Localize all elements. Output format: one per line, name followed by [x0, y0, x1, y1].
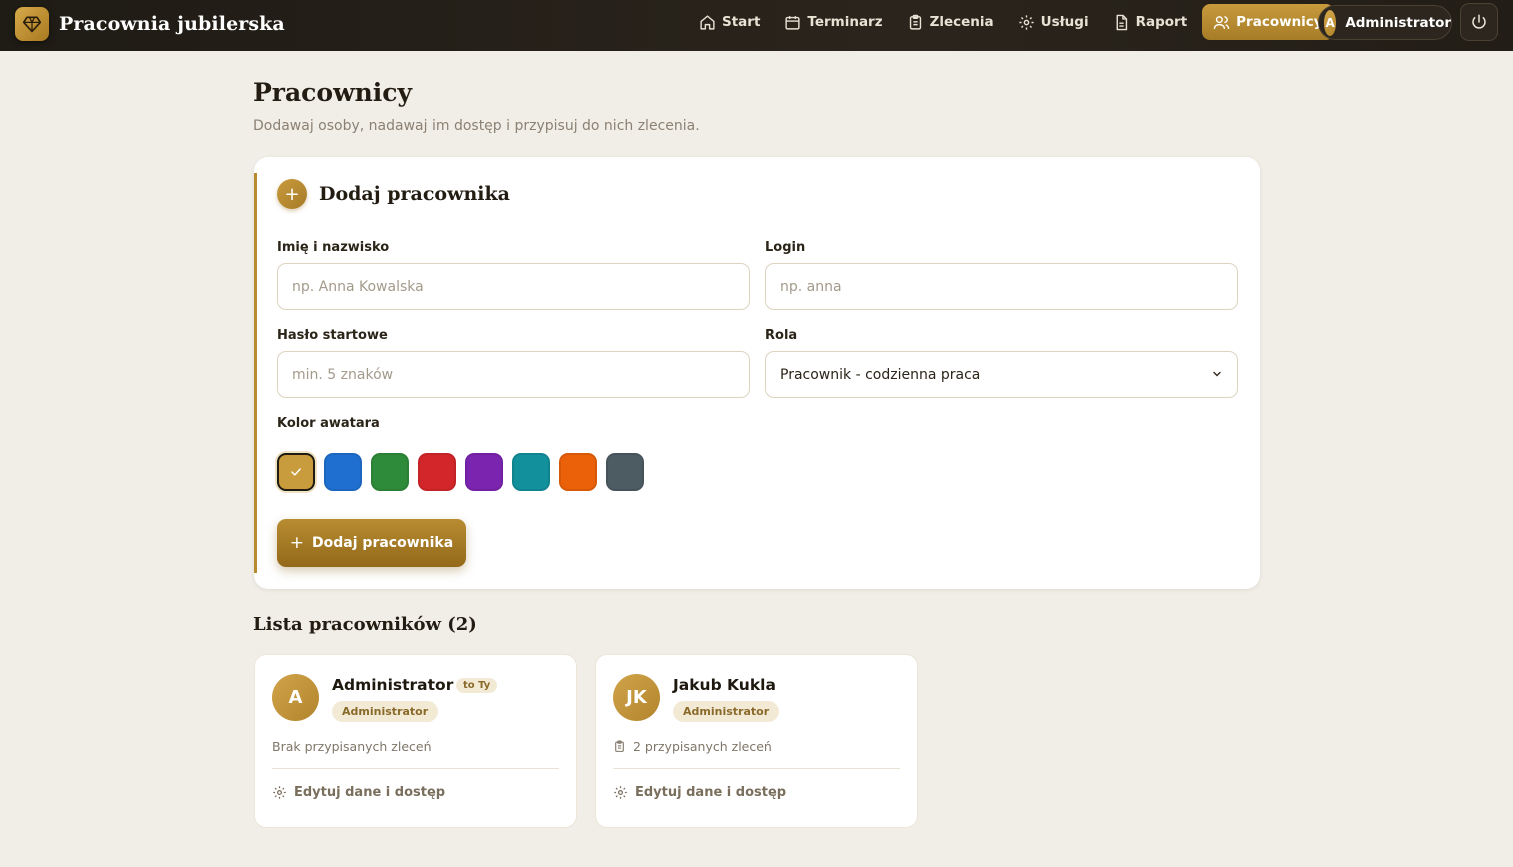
employee-card: A Administrator to Ty Administrator Brak…	[254, 654, 577, 828]
color-label: Kolor awatara	[277, 416, 380, 431]
nav-label: Start	[722, 14, 761, 30]
page-title: Pracownicy	[253, 78, 413, 107]
color-swatch[interactable]	[559, 453, 597, 491]
nav-label: Terminarz	[807, 14, 883, 30]
nav-raport[interactable]: Raport	[1102, 4, 1199, 40]
login-label: Login	[765, 240, 806, 255]
clipboard-icon	[615, 740, 624, 752]
assignment-text: Brak przypisanych zleceń	[272, 739, 432, 754]
card-title: Dodaj pracownika	[319, 183, 510, 205]
user-menu[interactable]: A Administrator	[1318, 5, 1452, 40]
password-label: Hasło startowe	[277, 328, 388, 343]
app-title: Pracownia jubilerska	[59, 13, 285, 35]
employee-name: Administrator	[332, 676, 454, 694]
list-title: Lista pracowników (2)	[253, 614, 477, 635]
role-badge: Administrator	[332, 701, 439, 722]
nav-label: Raport	[1135, 14, 1188, 30]
edit-employee-button[interactable]: Edytuj dane i dostęp	[272, 785, 445, 800]
power-icon	[1472, 14, 1486, 29]
add-employee-label: Dodaj pracownika	[312, 535, 454, 551]
you-badge: to Ty	[456, 678, 498, 693]
assignment-status: 2 przypisanych zleceń	[613, 739, 772, 754]
assignment-text: 2 przypisanych zleceń	[633, 739, 772, 754]
logout-button[interactable]	[1460, 3, 1498, 41]
card-header: + Dodaj pracownika	[277, 179, 510, 209]
gear-icon	[614, 786, 627, 799]
color-swatch[interactable]	[418, 453, 456, 491]
users-icon	[1213, 15, 1230, 29]
plus-icon: +	[277, 179, 307, 209]
role-label: Rola	[765, 328, 798, 343]
avatar: JK	[613, 674, 660, 721]
nav-label: Pracownicy	[1236, 14, 1323, 30]
home-icon	[700, 14, 715, 30]
gear-icon	[273, 786, 286, 799]
password-input[interactable]	[277, 351, 750, 398]
top-bar: Pracownia jubilerska Start Terminarz Zle…	[0, 0, 1513, 51]
color-swatch[interactable]	[277, 453, 315, 491]
color-swatch[interactable]	[606, 453, 644, 491]
document-icon	[1116, 14, 1127, 30]
employee-name: Jakub Kukla	[673, 676, 776, 694]
brand[interactable]: Pracownia jubilerska	[15, 7, 285, 41]
divider	[272, 768, 559, 769]
nav-label: Zlecenia	[929, 14, 994, 30]
role-badge: Administrator	[673, 701, 780, 722]
check-icon	[291, 468, 301, 476]
nav-pracownicy[interactable]: Pracownicy	[1202, 4, 1334, 40]
chevron-down-icon	[1213, 371, 1221, 377]
color-swatch[interactable]	[512, 453, 550, 491]
nav-label: Usługi	[1040, 14, 1089, 30]
name-label: Imię i nazwisko	[277, 240, 390, 255]
avatar: A	[1324, 9, 1337, 36]
main-nav: Start Terminarz Zlecenia Usługi Raport P…	[688, 4, 1336, 40]
nav-zlecenia[interactable]: Zlecenia	[896, 4, 1005, 40]
role-value: Pracownik - codzienna praca	[780, 366, 981, 383]
nav-terminarz[interactable]: Terminarz	[773, 4, 893, 40]
gear-icon	[1019, 14, 1034, 30]
edit-employee-button[interactable]: Edytuj dane i dostęp	[613, 785, 786, 800]
page-subtitle: Dodawaj osoby, nadawaj im dostęp i przyp…	[253, 118, 700, 134]
calendar-icon	[785, 15, 800, 30]
employee-card: JK Jakub Kukla Administrator 2 przypisan…	[595, 654, 918, 828]
add-employee-card: + Dodaj pracownika Imię i nazwisko Login…	[254, 157, 1260, 589]
color-swatch[interactable]	[371, 453, 409, 491]
color-swatch[interactable]	[465, 453, 503, 491]
assignment-status: Brak przypisanych zleceń	[272, 739, 432, 754]
edit-label: Edytuj dane i dostęp	[635, 785, 787, 800]
name-input[interactable]	[277, 263, 750, 310]
color-swatch[interactable]	[324, 453, 362, 491]
color-swatches	[277, 453, 653, 491]
divider	[613, 768, 900, 769]
avatar: A	[272, 674, 319, 721]
login-input[interactable]	[765, 263, 1238, 310]
plus-icon: +	[289, 533, 305, 553]
nav-start[interactable]: Start	[688, 4, 771, 40]
clipboard-icon	[909, 14, 921, 30]
add-employee-button[interactable]: + Dodaj pracownika	[277, 519, 466, 567]
nav-uslugi[interactable]: Usługi	[1007, 4, 1100, 40]
role-select[interactable]: Pracownik - codzienna praca	[765, 351, 1238, 398]
edit-label: Edytuj dane i dostęp	[294, 785, 446, 800]
diamond-icon	[15, 7, 49, 41]
user-name: Administrator	[1345, 14, 1451, 31]
